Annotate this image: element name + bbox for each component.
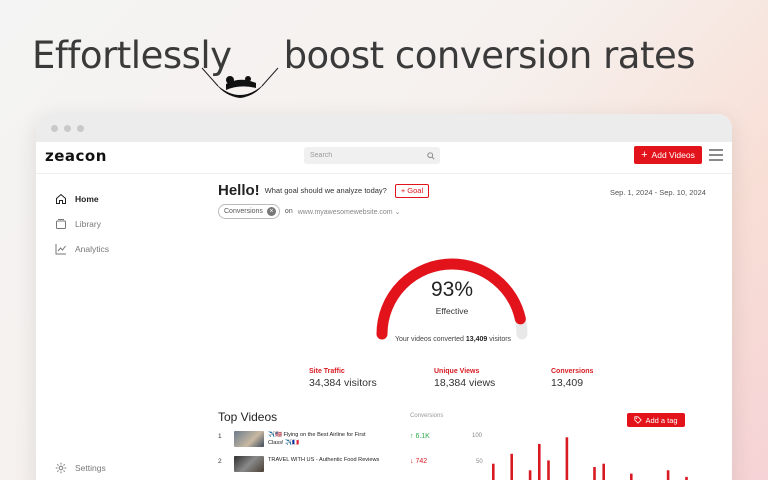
gear-icon — [55, 462, 67, 473]
y-tick-label: 50 — [476, 459, 483, 465]
conversions-column-header: Conversions — [410, 413, 444, 419]
close-icon[interactable]: × — [266, 207, 276, 216]
goal-chip[interactable]: Conversions × — [218, 204, 280, 219]
sidebar-item-library[interactable]: Library — [55, 211, 109, 236]
conversion-count: 13,409 — [465, 336, 488, 343]
add-videos-label: Add Videos — [651, 150, 695, 160]
window-dot[interactable] — [51, 124, 58, 132]
tag-icon — [634, 416, 643, 424]
headline-right: boost conversion rates — [283, 34, 696, 77]
add-goal-button[interactable]: + Goal — [394, 183, 430, 198]
date-range[interactable]: Sep. 1, 2024 - Sep. 10, 2024 — [610, 188, 706, 197]
site-url: www.myawesomewebsite.com — [297, 208, 393, 216]
add-tag-button[interactable]: Add a tag — [627, 413, 685, 427]
stat-label: Conversions — [551, 368, 594, 375]
filter-row: Conversions × on www.myawesomewebsite.co… — [218, 204, 718, 219]
chart-bar — [510, 453, 513, 480]
chart-bar — [602, 463, 605, 480]
video-title[interactable]: TRAVEL WITH US - Authentic Food Reviews — [268, 456, 380, 464]
add-videos-button[interactable]: + Add Videos — [634, 146, 702, 164]
chart-bar — [492, 463, 495, 480]
chevron-down-icon: ⌄ — [394, 208, 401, 216]
conversions-bar-chart: 100 50 — [472, 433, 688, 480]
conversion-delta: ↓ 742 — [410, 458, 428, 465]
row-rank: 2 — [218, 458, 222, 465]
sidebar-item-label: Settings — [75, 462, 106, 473]
chart-bar — [630, 473, 633, 480]
library-icon — [56, 218, 66, 229]
conversion-prefix: Your videos converted — [394, 336, 464, 343]
video-thumbnail[interactable] — [234, 456, 264, 472]
hammock-illustration — [201, 67, 279, 98]
conversion-delta: ↑ 6.1K — [410, 433, 430, 440]
greeting: Hello! — [218, 182, 260, 199]
home-icon — [56, 193, 66, 204]
video-title[interactable]: ✈️🇺🇸 Flying on the Best Airline for Firs… — [268, 431, 380, 447]
y-tick-label: 100 — [472, 433, 483, 439]
top-videos-title: Top Videos — [218, 410, 278, 424]
sidebar-item-home[interactable]: Home — [55, 186, 109, 211]
stat-conversions: Conversions 13,409 — [551, 368, 593, 389]
table-row[interactable]: 1 ✈️🇺🇸 Flying on the Best Airline for Fi… — [218, 431, 468, 453]
menu-icon[interactable] — [709, 149, 723, 161]
main-content: Hello! What goal should we analyze today… — [218, 182, 718, 480]
goal-chip-label: Conversions — [224, 208, 263, 215]
chart-bar — [593, 467, 596, 480]
logo[interactable]: zeacon — [45, 147, 107, 165]
window-dot[interactable] — [64, 124, 71, 132]
chart-bar — [538, 443, 541, 480]
stat-value: 34,384 visitors — [309, 377, 377, 389]
sidebar-item-label: Home — [75, 193, 99, 204]
goal-question: What goal should we analyze today? — [264, 186, 387, 195]
chart-bar — [666, 470, 670, 480]
chart-bar — [565, 437, 569, 480]
table-row[interactable]: 2 TRAVEL WITH US - Authentic Food Review… — [218, 456, 468, 478]
plus-icon: + — [641, 149, 648, 161]
conversion-suffix: visitors — [489, 336, 512, 343]
on-label: on — [284, 208, 293, 215]
title-bar — [36, 114, 732, 142]
sidebar: Home Library Analytics — [55, 186, 109, 261]
app-header: zeacon + Add Videos — [36, 142, 732, 174]
sidebar-item-settings[interactable]: Settings — [55, 455, 106, 480]
analytics-icon — [55, 243, 66, 254]
stat-site-traffic: Site Traffic 34,384 visitors — [309, 368, 377, 389]
sidebar-item-label: Library — [75, 218, 101, 229]
headline: Effortlessly boost conversion rates — [32, 34, 696, 77]
chart-bar — [547, 460, 550, 480]
effectiveness-gauge: 93% Effective — [364, 240, 540, 350]
sidebar-item-analytics[interactable]: Analytics — [55, 236, 109, 261]
stat-label: Site Traffic — [309, 368, 345, 375]
site-selector[interactable]: www.myawesomewebsite.com ⌄ — [298, 208, 401, 216]
app-window: zeacon + Add Videos Home — [36, 114, 732, 480]
gauge-percent: 93% — [430, 278, 474, 301]
video-thumbnail[interactable] — [234, 431, 264, 447]
stat-label: Unique Views — [434, 368, 480, 375]
gauge-label: Effective — [435, 306, 469, 316]
search-bar[interactable] — [304, 147, 440, 164]
search-input[interactable] — [310, 152, 410, 159]
sidebar-item-label: Analytics — [75, 243, 110, 254]
search-icon[interactable] — [427, 151, 435, 160]
conversion-summary: Your videos converted 13,409 visitors — [318, 336, 588, 343]
window-dot[interactable] — [77, 124, 84, 132]
stat-value: 18,384 views — [434, 377, 496, 389]
chart-bar — [528, 470, 532, 480]
row-rank: 1 — [218, 433, 222, 440]
add-tag-label: Add a tag — [645, 415, 678, 425]
stat-value: 13,409 — [551, 377, 584, 389]
stat-unique-views: Unique Views 18,384 views — [434, 368, 495, 389]
